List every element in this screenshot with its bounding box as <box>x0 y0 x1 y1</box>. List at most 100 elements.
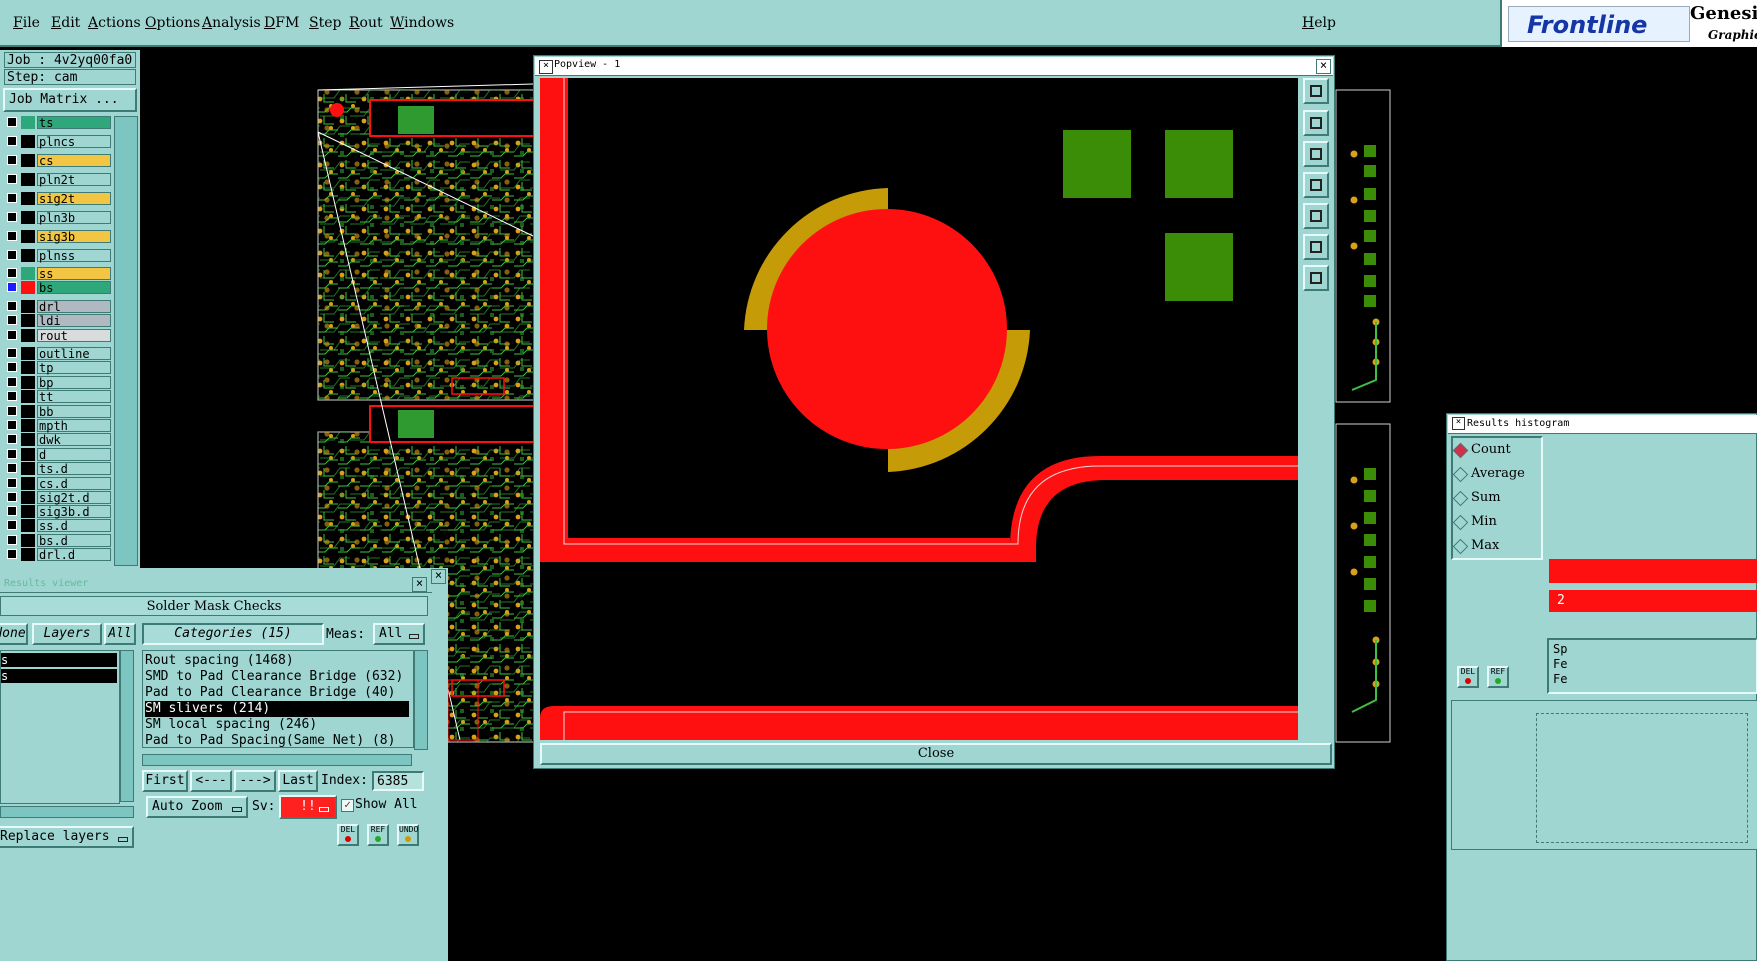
layer-name[interactable]: dwk <box>37 433 111 447</box>
menu-analysis[interactable]: Analysis <box>202 15 261 31</box>
layer-checkbox[interactable] <box>7 268 17 278</box>
layer-row-drl[interactable]: drl <box>5 300 111 314</box>
layer-name[interactable]: drl <box>37 300 111 314</box>
all-button[interactable]: All <box>104 623 136 645</box>
layer-name[interactable]: tp <box>37 361 111 375</box>
radio-count[interactable]: Count <box>1451 440 1511 460</box>
layer-checkbox[interactable] <box>7 549 17 559</box>
menu-actions[interactable]: Actions <box>88 15 141 31</box>
rv-close-icon[interactable]: × <box>412 577 427 592</box>
layer-color-swatch[interactable] <box>21 491 35 504</box>
layer-checkbox[interactable] <box>7 231 17 241</box>
layer-checkbox[interactable] <box>7 463 17 473</box>
layer-checkbox[interactable] <box>7 362 17 372</box>
pan-up-icon[interactable] <box>1303 110 1329 136</box>
layer-row-sig3b-d[interactable]: sig3b.d <box>5 505 111 519</box>
layer-name[interactable]: mpth <box>37 419 111 433</box>
zoom-out-icon[interactable] <box>1303 265 1329 291</box>
layer-name[interactable]: bs <box>37 281 111 295</box>
layer-checkbox[interactable] <box>7 377 17 387</box>
layer-row-ts-d[interactable]: ts.d <box>5 462 111 476</box>
layer-row-d[interactable]: d <box>5 448 111 462</box>
menu-file[interactable]: File <box>13 15 40 31</box>
menu-step[interactable]: Step <box>309 15 341 31</box>
layer-color-swatch[interactable] <box>21 300 35 313</box>
menu-dfm[interactable]: DFM <box>264 15 299 31</box>
layer-row-sig2t-d[interactable]: sig2t.d <box>5 491 111 505</box>
layer-checkbox[interactable] <box>7 434 17 444</box>
layer-row-bb[interactable]: bb <box>5 405 111 419</box>
layer-color-swatch[interactable] <box>21 116 35 129</box>
layer-name[interactable]: outline <box>37 347 111 361</box>
severity-select[interactable]: !! <box>279 795 337 819</box>
window-menu-icon[interactable]: × <box>1452 417 1465 430</box>
layer-checkbox[interactable] <box>7 250 17 260</box>
radio-sum[interactable]: Sum <box>1451 488 1501 508</box>
refresh-result-button[interactable]: REF <box>367 824 389 846</box>
category-item[interactable]: Rout spacing (1468) <box>145 653 409 669</box>
categories-scrollbar[interactable] <box>414 650 428 750</box>
layer-name[interactable]: sig2t <box>37 192 111 206</box>
layer-row-tp[interactable]: tp <box>5 361 111 375</box>
layer-color-swatch[interactable] <box>21 281 35 294</box>
prev-button[interactable]: <--- <box>190 770 232 792</box>
menu-rout[interactable]: Rout <box>349 15 383 31</box>
layer-row-bs[interactable]: bs <box>5 281 111 295</box>
layer-color-swatch[interactable] <box>21 390 35 403</box>
layer-checkbox[interactable] <box>7 478 17 488</box>
layer-color-swatch[interactable] <box>21 267 35 280</box>
layer-name[interactable]: ss.d <box>37 519 111 533</box>
show-all-checkbox[interactable]: ✓ <box>341 799 354 812</box>
layer-results-hscrollbar[interactable] <box>0 806 134 818</box>
layer-checkbox[interactable] <box>7 212 17 222</box>
pan-down-icon[interactable] <box>1303 141 1329 167</box>
layer-name[interactable]: sig2t.d <box>37 491 111 505</box>
layer-results-scrollbar[interactable] <box>120 650 134 802</box>
layer-name[interactable]: tt <box>37 390 111 404</box>
layer-color-swatch[interactable] <box>21 314 35 327</box>
category-item[interactable]: Pad to Pad Clearance Bridge (40) <box>145 685 409 701</box>
zoom-home-icon[interactable] <box>1303 78 1329 104</box>
layer-row-sig3b[interactable]: sig3b <box>5 230 111 244</box>
popview-close-button[interactable]: Close <box>540 743 1332 765</box>
layer-row-bs-d[interactable]: bs.d <box>5 534 111 548</box>
layers-button[interactable]: Layers <box>32 623 102 645</box>
layer-checkbox[interactable] <box>7 174 17 184</box>
layer-name[interactable]: pln3b <box>37 211 111 225</box>
layer-checkbox[interactable] <box>7 492 17 502</box>
layer-color-swatch[interactable] <box>21 505 35 518</box>
layer-name[interactable]: cs.d <box>37 477 111 491</box>
undo-button[interactable]: UNDO <box>397 824 419 846</box>
index-input[interactable]: 6385 <box>372 771 424 791</box>
first-button[interactable]: First <box>142 770 188 792</box>
layer-name[interactable]: plncs <box>37 135 111 149</box>
layer-row-cs-d[interactable]: cs.d <box>5 477 111 491</box>
layer-checkbox[interactable] <box>7 535 17 545</box>
layer-checkbox[interactable] <box>7 406 17 416</box>
layer-color-swatch[interactable] <box>21 211 35 224</box>
category-item[interactable]: Pad to Pad Spacing(Same Net) (8) <box>145 733 409 749</box>
layer-name[interactable]: rout <box>37 329 111 343</box>
layer-name[interactable]: sig3b <box>37 230 111 244</box>
layer-checkbox[interactable] <box>7 315 17 325</box>
layer-checkbox[interactable] <box>7 330 17 340</box>
category-item[interactable]: SM local spacing (246) <box>145 717 409 733</box>
replace-layers-select[interactable]: Replace layers <box>0 826 134 848</box>
layer-name[interactable]: ldi <box>37 314 111 328</box>
layer-color-swatch[interactable] <box>21 419 35 432</box>
popview-canvas[interactable] <box>540 78 1298 740</box>
hist-refresh-button[interactable]: REF <box>1487 666 1509 688</box>
layer-row-plncs[interactable]: plncs <box>5 135 111 149</box>
layer-color-swatch[interactable] <box>21 405 35 418</box>
layer-checkbox[interactable] <box>7 520 17 530</box>
layer-row-ss[interactable]: ss <box>5 267 111 281</box>
layer-color-swatch[interactable] <box>21 548 35 561</box>
zoom-mode-select[interactable]: Auto Zoom <box>146 796 248 818</box>
category-item[interactable]: SMD to Pad Clearance Bridge (632) <box>145 669 409 685</box>
hist-delete-button[interactable]: DEL <box>1457 666 1479 688</box>
layer-row-bp[interactable]: bp <box>5 376 111 390</box>
layer-name[interactable]: ts.d <box>37 462 111 476</box>
layer-name[interactable]: d <box>37 448 111 462</box>
layer-checkbox[interactable] <box>7 391 17 401</box>
layer-name[interactable]: drl.d <box>37 548 111 562</box>
